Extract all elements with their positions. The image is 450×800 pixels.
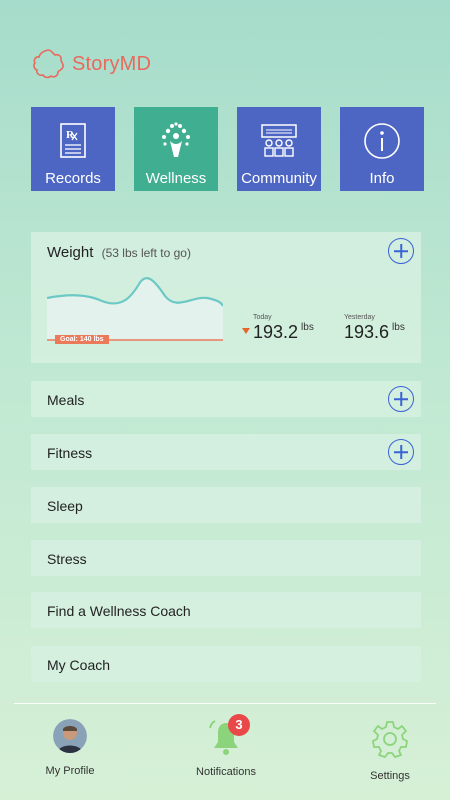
down-arrow-icon bbox=[242, 328, 250, 334]
today-stat: Today 193.2 lbs bbox=[242, 314, 314, 343]
avatar bbox=[53, 719, 87, 753]
gear-icon bbox=[372, 721, 408, 758]
today-value-line: 193.2 lbs bbox=[253, 322, 314, 343]
nav-notifications[interactable]: 3 Notifications bbox=[186, 712, 266, 778]
today-value: 193.2 bbox=[253, 322, 299, 342]
row-find-wellness-coach[interactable]: Find a Wellness Coach bbox=[31, 592, 421, 628]
weight-card[interactable]: Weight (53 lbs left to go) Goal: 140 lbs… bbox=[31, 232, 421, 363]
tile-info[interactable]: Info bbox=[340, 107, 424, 191]
yesterday-label: Yesterday bbox=[344, 314, 375, 321]
community-group-icon bbox=[261, 124, 297, 157]
tile-label: Records bbox=[45, 170, 101, 187]
yesterday-stat: Yesterday 193.6 lbs bbox=[344, 314, 405, 343]
weight-sparkline-area bbox=[47, 278, 223, 340]
tile-records[interactable]: R Records bbox=[31, 107, 115, 191]
row-label: Stress bbox=[47, 551, 87, 567]
section-tiles: R Records Wellness Community Info bbox=[31, 107, 424, 191]
tile-label: Wellness bbox=[145, 170, 207, 187]
tile-wellness[interactable]: Wellness bbox=[134, 107, 218, 191]
notifications-bell: 3 bbox=[204, 714, 250, 760]
nav-label: Notifications bbox=[196, 766, 256, 778]
storymd-logo-icon bbox=[33, 49, 64, 79]
nav-my-profile[interactable]: My Profile bbox=[40, 712, 100, 777]
weight-title: Weight (53 lbs left to go) bbox=[47, 244, 191, 261]
add-meals-button[interactable] bbox=[388, 386, 414, 412]
weight-remaining: (53 lbs left to go) bbox=[101, 246, 191, 260]
app-logo: StoryMD bbox=[30, 46, 151, 82]
goal-badge: Goal: 140 lbs bbox=[55, 335, 109, 344]
add-weight-button[interactable] bbox=[388, 238, 414, 264]
row-sleep[interactable]: Sleep bbox=[31, 487, 421, 523]
row-label: My Coach bbox=[47, 657, 111, 673]
yesterday-value-line: 193.6 lbs bbox=[344, 322, 405, 343]
notification-count-badge: 3 bbox=[228, 714, 250, 736]
yesterday-value: 193.6 bbox=[344, 322, 390, 342]
yesterday-unit: lbs bbox=[392, 322, 405, 333]
row-label: Sleep bbox=[47, 498, 83, 514]
weight-title-text: Weight bbox=[47, 244, 94, 261]
today-label: Today bbox=[253, 314, 272, 321]
nav-label: My Profile bbox=[45, 765, 95, 777]
nav-divider bbox=[14, 703, 436, 704]
bottom-nav: My Profile 3 Notifications Settings bbox=[0, 712, 450, 800]
wellness-tree-icon bbox=[162, 122, 190, 157]
tile-label: Info bbox=[369, 170, 395, 187]
row-label: Fitness bbox=[47, 445, 93, 461]
tile-label: Community bbox=[241, 170, 317, 187]
nav-label: Settings bbox=[370, 770, 410, 782]
add-fitness-button[interactable] bbox=[388, 439, 414, 465]
brand-name: StoryMD bbox=[72, 52, 152, 75]
nav-settings[interactable]: Settings bbox=[360, 712, 420, 782]
row-stress[interactable]: Stress bbox=[31, 540, 421, 576]
row-label: Find a Wellness Coach bbox=[47, 603, 191, 619]
row-meals[interactable]: Meals bbox=[31, 381, 421, 417]
info-icon bbox=[364, 123, 400, 159]
prescription-icon: R bbox=[60, 123, 86, 158]
tile-community[interactable]: Community bbox=[237, 107, 321, 191]
today-unit: lbs bbox=[301, 322, 314, 333]
row-label: Meals bbox=[47, 392, 85, 408]
row-my-coach[interactable]: My Coach bbox=[31, 646, 421, 682]
row-fitness[interactable]: Fitness bbox=[31, 434, 421, 470]
